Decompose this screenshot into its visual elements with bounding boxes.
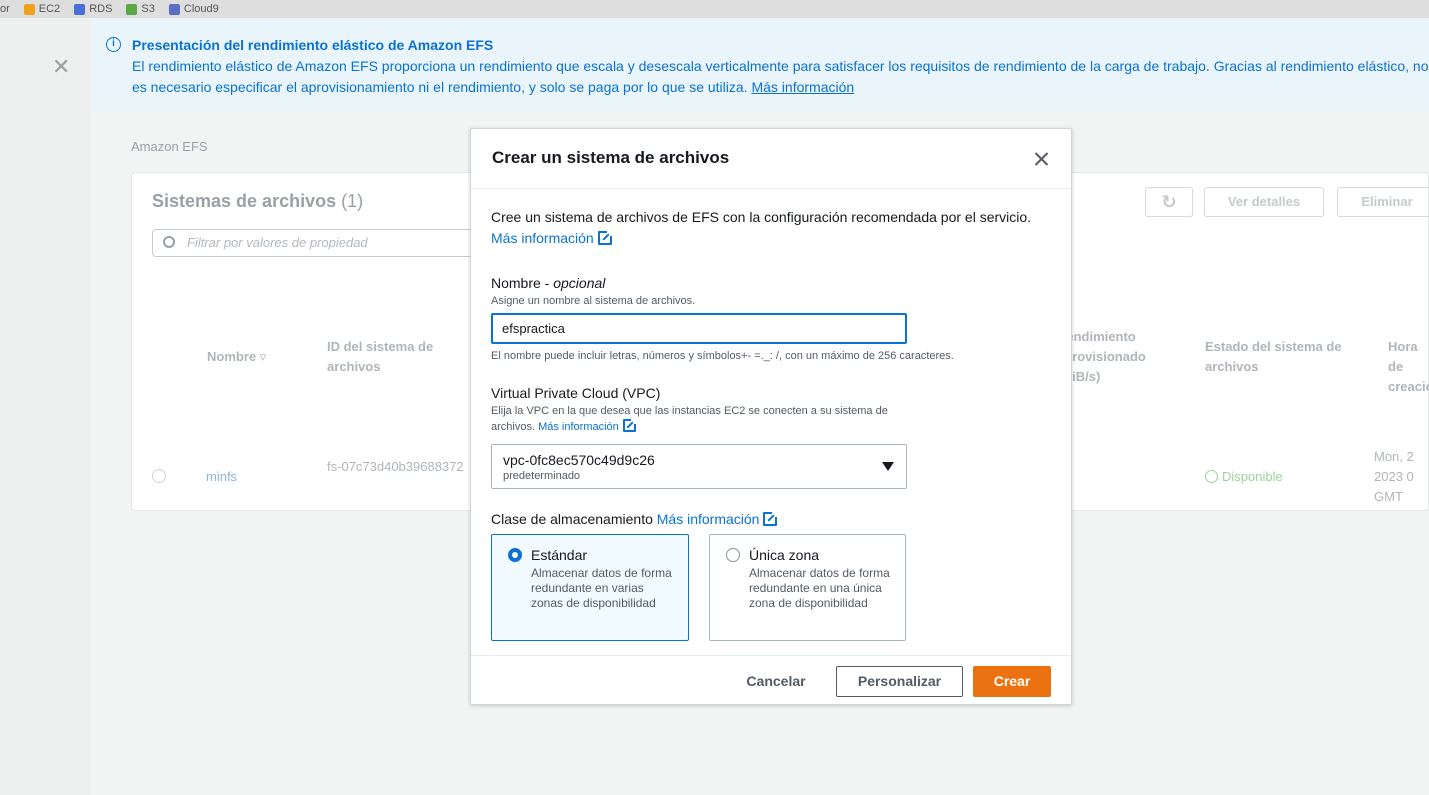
modal-title: Crear un sistema de archivos (492, 148, 730, 167)
bookmark-cloud9[interactable]: Cloud9 (168, 3, 219, 15)
cloud9-icon (168, 3, 180, 15)
external-link-icon (763, 511, 779, 526)
close-icon[interactable] (1030, 147, 1054, 171)
bookmark-rds[interactable]: RDS (74, 3, 112, 15)
radio-unselected[interactable] (726, 548, 740, 562)
ec2-icon (23, 3, 35, 15)
bookmark-label: S3 (141, 3, 155, 15)
vpc-selected-sub: predeterminado (503, 470, 581, 482)
cancel-button[interactable]: Cancelar (733, 666, 819, 697)
col-id-label: ID del sistema de archivos (327, 339, 434, 374)
create-file-system-modal: Crear un sistema de archivos Cree un sis… (470, 128, 1072, 705)
storage-label-text: Clase de almacenamiento (491, 511, 653, 527)
filter-input[interactable]: Filtrar por valores de propiedad (152, 229, 482, 257)
bookmark-s3[interactable]: S3 (126, 3, 155, 15)
bookmark-label: Cloud9 (183, 3, 219, 15)
storage-more-info-link[interactable]: Más información (657, 511, 760, 527)
search-icon (163, 236, 175, 248)
vpc-desc-text: archivos. (491, 421, 536, 433)
vpc-selected-value: vpc-0fc8ec570c49d9c26 (503, 452, 655, 468)
col-name[interactable]: Nombre ▿ (207, 347, 266, 367)
storage-option-title: Estándar (531, 547, 588, 563)
breadcrumb[interactable]: Amazon EFS (131, 139, 208, 154)
vpc-description-line1: Elija la VPC en la que desea que las ins… (491, 405, 888, 417)
storage-option-title: Única zona (749, 547, 820, 563)
name-constraint: El nombre puede incluir letras, números … (491, 350, 954, 362)
storage-option-standard[interactable]: Estándar Almacenar datos de forma redund… (491, 534, 689, 641)
card-title: Sistemas de archivos (1) (152, 191, 363, 212)
modal-footer: Cancelar Personalizar Crear (471, 655, 1071, 705)
card-count: (1) (341, 191, 364, 211)
banner-title: Presentación del rendimiento elástico de… (132, 37, 494, 53)
modal-intro: Cree un sistema de archivos de EFS con l… (491, 209, 1032, 225)
col-id[interactable]: ID del sistema de archivos (327, 337, 467, 377)
row-id: fs-07c73d40b39688372 (327, 459, 464, 474)
external-link-icon (622, 418, 637, 432)
more-info-text[interactable]: Más información (491, 230, 594, 246)
customize-button[interactable]: Personalizar (836, 666, 963, 697)
check-circle-icon (1205, 470, 1218, 483)
bookmark-ec2[interactable]: EC2 (23, 3, 61, 15)
bookmarks-bar: or EC2 RDS S3 Cloud9 (0, 0, 1429, 18)
view-details-button[interactable]: Ver detalles (1204, 187, 1324, 217)
vpc-select[interactable]: vpc-0fc8ec570c49d9c26 predeterminado (491, 444, 907, 489)
radio-selected[interactable] (508, 548, 522, 562)
row-select-radio[interactable] (152, 469, 166, 483)
create-button[interactable]: Crear (973, 666, 1051, 697)
name-label-text: Nombre - (491, 275, 554, 291)
info-banner: i Presentación del rendimiento elástico … (91, 18, 1429, 111)
info-icon: i (106, 37, 121, 52)
row-state-text: Disponible (1222, 469, 1283, 484)
bookmark-label: RDS (89, 3, 113, 15)
s3-icon (126, 3, 138, 15)
storage-option-desc: Almacenar datos de forma redundante en v… (531, 566, 672, 610)
row-created: Mon, 2 2023 0 GMT (1374, 449, 1414, 504)
col-name-label: Nombre (207, 349, 257, 364)
row-name-link[interactable]: minfs (206, 467, 237, 487)
banner-more-info-link[interactable]: Más información (751, 79, 854, 95)
name-input[interactable] (491, 313, 907, 344)
col-throughput[interactable]: Rendimiento aprovisionado (MiB/s) (1057, 327, 1157, 387)
bookmark-partial[interactable]: or (0, 3, 10, 15)
filter-placeholder: Filtrar por valores de propiedad (187, 235, 368, 250)
refresh-button[interactable]: ↻ (1145, 187, 1193, 217)
intro-more-info-link[interactable]: Más información (491, 230, 613, 246)
storage-option-desc: Almacenar datos de forma redundante en u… (749, 566, 890, 610)
storage-class-label: Clase de almacenamiento Más información (491, 511, 779, 527)
col-state[interactable]: Estado del sistema de archivos (1205, 337, 1345, 377)
storage-option-one-zone[interactable]: Única zona Almacenar datos de forma redu… (709, 534, 906, 641)
row-state: Disponible (1205, 467, 1283, 487)
rds-icon (74, 3, 86, 15)
bookmark-label: or (0, 3, 10, 15)
col-created[interactable]: Hora de creación (1388, 337, 1429, 397)
vpc-more-info-link[interactable]: Más información (538, 421, 619, 433)
modal-header: Crear un sistema de archivos (471, 129, 1071, 189)
name-label: Nombre - opcional (491, 275, 605, 291)
delete-button[interactable]: Eliminar (1337, 187, 1429, 217)
col-created-label: Hora de creación (1388, 339, 1429, 394)
name-description: Asigne un nombre al sistema de archivos. (491, 295, 696, 307)
name-optional: opcional (553, 275, 606, 291)
card-title-text: Sistemas de archivos (152, 191, 337, 211)
vpc-label: Virtual Private Cloud (VPC) (491, 385, 661, 401)
vpc-description-line2: archivos. Más información (491, 418, 637, 435)
col-state-label: Estado del sistema de archivos (1205, 339, 1342, 374)
banner-body: El rendimiento elástico de Amazon EFS pr… (132, 56, 1429, 98)
bookmark-label: EC2 (38, 3, 61, 15)
refresh-icon: ↻ (1161, 192, 1177, 212)
close-icon[interactable]: ✕ (52, 56, 70, 78)
caret-down-icon (882, 462, 894, 471)
left-rail: ✕ (0, 18, 91, 795)
external-link-icon (597, 230, 613, 245)
